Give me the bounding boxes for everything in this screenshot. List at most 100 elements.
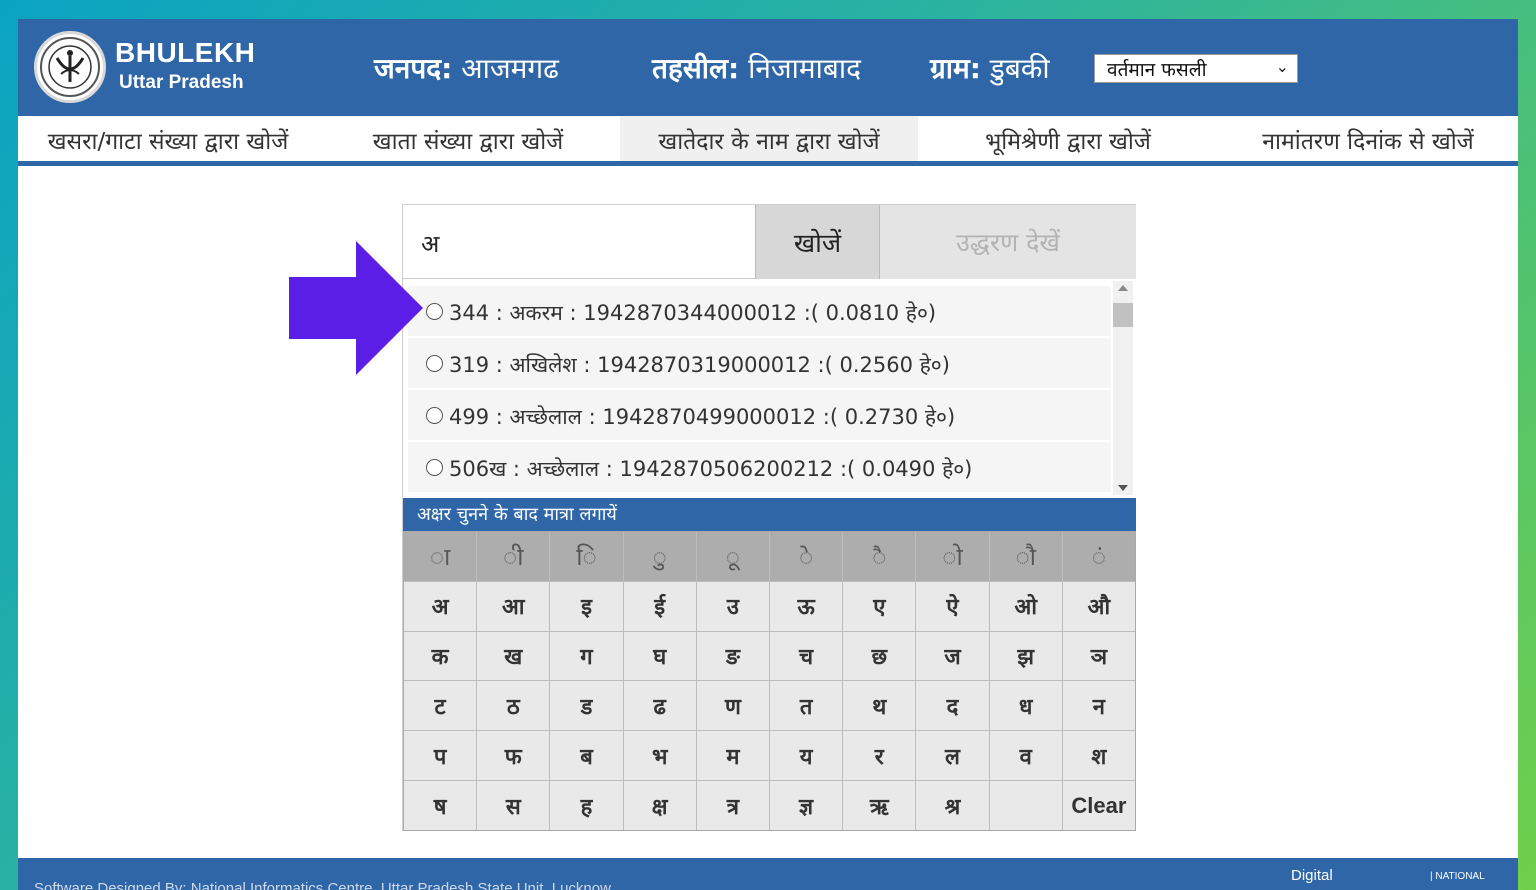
clear-button[interactable]: Clear bbox=[1062, 781, 1135, 830]
search-button[interactable]: खोजें bbox=[755, 205, 880, 279]
radio-button[interactable] bbox=[426, 459, 443, 476]
keyboard-key[interactable]: थ bbox=[843, 681, 916, 731]
nic-logo[interactable]: | NATIONAL bbox=[1430, 871, 1485, 882]
radio-button[interactable] bbox=[426, 407, 443, 424]
keyboard-key[interactable]: व bbox=[989, 731, 1062, 781]
search-mode-nav: खसरा/गाटा संख्या द्वारा खोजें खाता संख्य… bbox=[18, 116, 1518, 166]
keyboard-key[interactable]: ट bbox=[404, 681, 477, 731]
scroll-thumb[interactable] bbox=[1113, 303, 1133, 327]
keyboard-key[interactable]: अ bbox=[404, 581, 477, 631]
keyboard-key[interactable]: श्र bbox=[916, 781, 989, 830]
keyboard-key[interactable]: ठ bbox=[477, 681, 550, 731]
keyboard-key[interactable]: ा bbox=[404, 532, 477, 581]
keyboard-key[interactable]: त bbox=[769, 681, 843, 731]
keyboard-key[interactable]: ू bbox=[696, 532, 769, 581]
keyboard-key[interactable]: भ bbox=[623, 731, 696, 781]
digital-india-logo[interactable]: Digital bbox=[1291, 867, 1333, 884]
keyboard-key[interactable]: य bbox=[769, 731, 843, 781]
keyboard-key[interactable]: ो bbox=[916, 532, 989, 581]
keyboard-key[interactable]: ध bbox=[989, 681, 1062, 731]
keyboard-key[interactable]: द bbox=[916, 681, 989, 731]
view-extract-button[interactable]: उद्धरण देखें bbox=[880, 205, 1136, 279]
keyboard-key[interactable]: ि bbox=[550, 532, 623, 581]
keyboard-key[interactable]: इ bbox=[550, 581, 623, 631]
result-item[interactable]: 344 : अकरम : 1942870344000012 :( 0.0810 … bbox=[408, 286, 1111, 336]
fasli-select[interactable]: वर्तमान फसली ⌄ bbox=[1094, 54, 1298, 83]
keyboard-key[interactable]: ह bbox=[550, 781, 623, 830]
keyboard-key[interactable]: प bbox=[404, 731, 477, 781]
result-item[interactable]: 499 : अच्छेलाल : 1942870499000012 :( 0.2… bbox=[408, 390, 1111, 440]
result-item[interactable]: 319 : अखिलेश : 1942870319000012 :( 0.256… bbox=[408, 338, 1111, 388]
keyboard-key[interactable]: फ bbox=[477, 731, 550, 781]
keyboard-key[interactable]: ु bbox=[623, 532, 696, 581]
keyboard-key[interactable]: ड bbox=[550, 681, 623, 731]
keyboard-key[interactable]: ज bbox=[916, 631, 989, 681]
keyboard-key[interactable]: े bbox=[769, 532, 843, 581]
tehsil-label: तहसील: bbox=[652, 52, 740, 85]
tehsil-info: तहसील: निजामाबाद bbox=[652, 49, 861, 87]
keyboard-key[interactable]: ौ bbox=[989, 532, 1062, 581]
footer-credit: Software Designed By: National Informati… bbox=[34, 880, 611, 890]
keyboard-key[interactable]: ब bbox=[550, 731, 623, 781]
tab-bhumishreni-search[interactable]: भूमिश्रेणी द्वारा खोजें bbox=[918, 116, 1218, 161]
keyboard-key[interactable]: च bbox=[769, 631, 843, 681]
janpad-info: जनपद: आजमगढ bbox=[374, 49, 559, 87]
keyboard-key[interactable]: घ bbox=[623, 631, 696, 681]
keyboard-key[interactable]: क bbox=[404, 631, 477, 681]
name-search-input[interactable]: अ bbox=[403, 205, 755, 279]
search-panel: अ खोजें उद्धरण देखें 344 : अकरम : 194287… bbox=[402, 204, 1136, 831]
result-text: 319 : अखिलेश : 1942870319000012 :( 0.256… bbox=[449, 353, 950, 377]
keyboard-key[interactable]: छ bbox=[843, 631, 916, 681]
keyboard-key[interactable]: ै bbox=[843, 532, 916, 581]
result-item[interactable]: 506ख : अच्छेलाल : 1942870506200212 :( 0.… bbox=[408, 442, 1111, 492]
chevron-down-icon: ⌄ bbox=[1275, 57, 1289, 76]
tab-khatedar-name-search[interactable]: खातेदार के नाम द्वारा खोजें bbox=[620, 116, 918, 161]
keyboard-key[interactable]: आ bbox=[477, 581, 550, 631]
keyboard-key[interactable]: ओ bbox=[989, 581, 1062, 631]
keyboard-hint: अक्षर चुनने के बाद मात्रा लगायें bbox=[403, 498, 1136, 531]
results-scrollbar[interactable] bbox=[1113, 281, 1133, 495]
keyboard-key[interactable]: र bbox=[843, 731, 916, 781]
keyboard-key[interactable]: ष bbox=[404, 781, 477, 830]
tab-khasra-search[interactable]: खसरा/गाटा संख्या द्वारा खोजें bbox=[18, 116, 318, 161]
keyboard-key[interactable]: स bbox=[477, 781, 550, 830]
keyboard-key[interactable]: म bbox=[696, 731, 769, 781]
janpad-value: आजमगढ bbox=[461, 52, 559, 85]
keyboard-key[interactable]: ञ bbox=[1062, 631, 1135, 681]
keyboard-key[interactable]: ण bbox=[696, 681, 769, 731]
up-emblem-logo[interactable] bbox=[34, 31, 106, 103]
brand-subtitle: Uttar Pradesh bbox=[119, 72, 244, 93]
keyboard-key[interactable]: ं bbox=[1062, 532, 1135, 581]
keyboard-key[interactable]: ऋ bbox=[843, 781, 916, 830]
tab-khata-search[interactable]: खाता संख्या द्वारा खोजें bbox=[318, 116, 618, 161]
keyboard-key[interactable]: ऐ bbox=[916, 581, 989, 631]
header-bar: BHULEKH Uttar Pradesh जनपद: आजमगढ तहसील:… bbox=[18, 19, 1518, 116]
keyboard-key[interactable]: ल bbox=[916, 731, 989, 781]
keyboard-key[interactable]: क्ष bbox=[623, 781, 696, 830]
janpad-label: जनपद: bbox=[374, 52, 453, 85]
keyboard-key[interactable]: ख bbox=[477, 631, 550, 681]
keyboard-key[interactable]: ऊ bbox=[769, 581, 843, 631]
keyboard-key[interactable]: ज्ञ bbox=[769, 781, 843, 830]
keyboard-key[interactable]: ी bbox=[477, 532, 550, 581]
keyboard-key[interactable]: झ bbox=[989, 631, 1062, 681]
scroll-down-icon[interactable] bbox=[1118, 485, 1128, 491]
brand-title: BHULEKH bbox=[115, 37, 256, 68]
keyboard-key[interactable]: ग bbox=[550, 631, 623, 681]
keyboard-key[interactable]: औ bbox=[1062, 581, 1135, 631]
scroll-up-icon[interactable] bbox=[1118, 285, 1128, 291]
keyboard-key[interactable]: त्र bbox=[696, 781, 769, 830]
tehsil-value: निजामाबाद bbox=[748, 52, 862, 85]
keyboard-key[interactable]: ढ bbox=[623, 681, 696, 731]
result-text: 344 : अकरम : 1942870344000012 :( 0.0810 … bbox=[449, 301, 937, 325]
keyboard-key[interactable]: ए bbox=[843, 581, 916, 631]
result-text: 506ख : अच्छेलाल : 1942870506200212 :( 0.… bbox=[449, 457, 973, 481]
keyboard-key[interactable]: उ bbox=[696, 581, 769, 631]
keyboard-key[interactable]: ई bbox=[623, 581, 696, 631]
keyboard-key[interactable]: न bbox=[1062, 681, 1135, 731]
keyboard-key[interactable]: श bbox=[1062, 731, 1135, 781]
keyboard-key[interactable]: ङ bbox=[696, 631, 769, 681]
tab-namantaran-date-search[interactable]: नामांतरण दिनांक से खोजें bbox=[1218, 116, 1518, 161]
pointer-arrow-icon bbox=[289, 241, 423, 375]
footer-bar: Software Designed By: National Informati… bbox=[18, 858, 1518, 890]
